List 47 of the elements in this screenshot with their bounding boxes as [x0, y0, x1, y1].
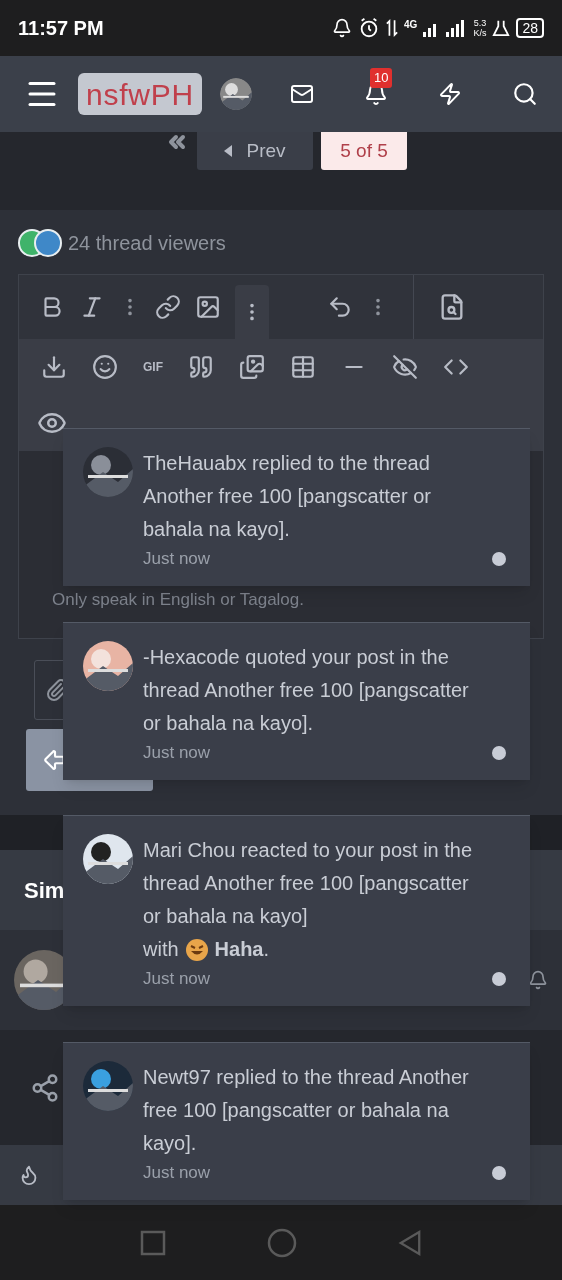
search-icon[interactable]	[512, 81, 538, 107]
notification-time: Just now	[143, 1162, 211, 1184]
notification-text: TheHauabx replied to the thread Another free 100 [pangscatter or bahala na kayo].	[143, 451, 432, 542]
alerts-badge: 10	[369, 68, 393, 88]
network-type: 4G	[404, 18, 418, 32]
notification-card[interactable]: TheHauabx replied to the thread Another free 100 [pangscatter or bahala na kayo]. Just now	[63, 428, 530, 586]
download-icon[interactable]	[41, 354, 67, 380]
undo-icon[interactable]	[327, 294, 353, 320]
bolt-icon[interactable]	[437, 82, 462, 106]
back-icon[interactable]	[397, 1228, 422, 1257]
reaction-prefix: with	[143, 937, 179, 962]
notification-text: -Hexacode quoted your post in the thread Another free 100 [pangscatter or bahala na kayo].	[143, 645, 470, 736]
notification-card[interactable]: Mari Chou reacted to your post in the thread Another free 100 [pangscatter or bahala na kayo] with Haha. Just now	[63, 815, 530, 1006]
share-icon[interactable]	[30, 1072, 60, 1103]
gallery-icon[interactable]	[239, 354, 265, 380]
link-icon[interactable]	[155, 294, 181, 320]
caret-left-icon	[224, 145, 233, 157]
notification-time: Just now	[143, 548, 211, 570]
quote-icon[interactable]	[188, 354, 214, 380]
watch-bell-icon[interactable]	[528, 970, 548, 990]
notification-time: Just now	[143, 742, 211, 764]
smiley-icon[interactable]	[92, 354, 118, 380]
home-icon[interactable]	[267, 1227, 297, 1258]
notification-card[interactable]: -Hexacode quoted your post in the thread Another free 100 [pangscatter or bahala na kayo]. Just now	[63, 622, 530, 780]
notification-time: Just now	[143, 968, 211, 990]
hidden-icon[interactable]	[392, 354, 418, 380]
net-speed-unit: K/s	[473, 28, 487, 38]
notification-text: Newt97 replied to the thread Another free 100 [pangscatter or bahala na kayo].	[143, 1065, 470, 1156]
recents-icon[interactable]	[140, 1229, 167, 1256]
data-arrows-icon	[386, 18, 399, 38]
mail-icon[interactable]	[289, 82, 314, 106]
reaction-label: Haha.	[214, 937, 270, 962]
net-speed: 5.3	[473, 18, 487, 28]
viewers-icon	[18, 229, 62, 257]
current-page-button[interactable]: 5 of 5	[321, 132, 407, 170]
editor-rule-text: Only speak in English or Tagalog.	[52, 588, 305, 611]
battery-indicator: 28	[516, 18, 544, 38]
image-icon[interactable]	[195, 294, 221, 320]
flask-icon	[492, 19, 511, 37]
prev-button[interactable]: Prev	[197, 132, 313, 170]
viewers-text: 24 thread viewers	[68, 231, 226, 256]
gif-button[interactable]: GIF	[143, 358, 163, 376]
table-icon[interactable]	[290, 354, 316, 380]
laughing-emoji-icon	[184, 937, 209, 962]
section-heading: Sim	[24, 876, 65, 905]
notification-card[interactable]: Newt97 replied to the thread Another free 100 [pangscatter or bahala na kayo]. Just now	[63, 1042, 530, 1200]
status-time: 11:57 PM	[18, 16, 104, 41]
